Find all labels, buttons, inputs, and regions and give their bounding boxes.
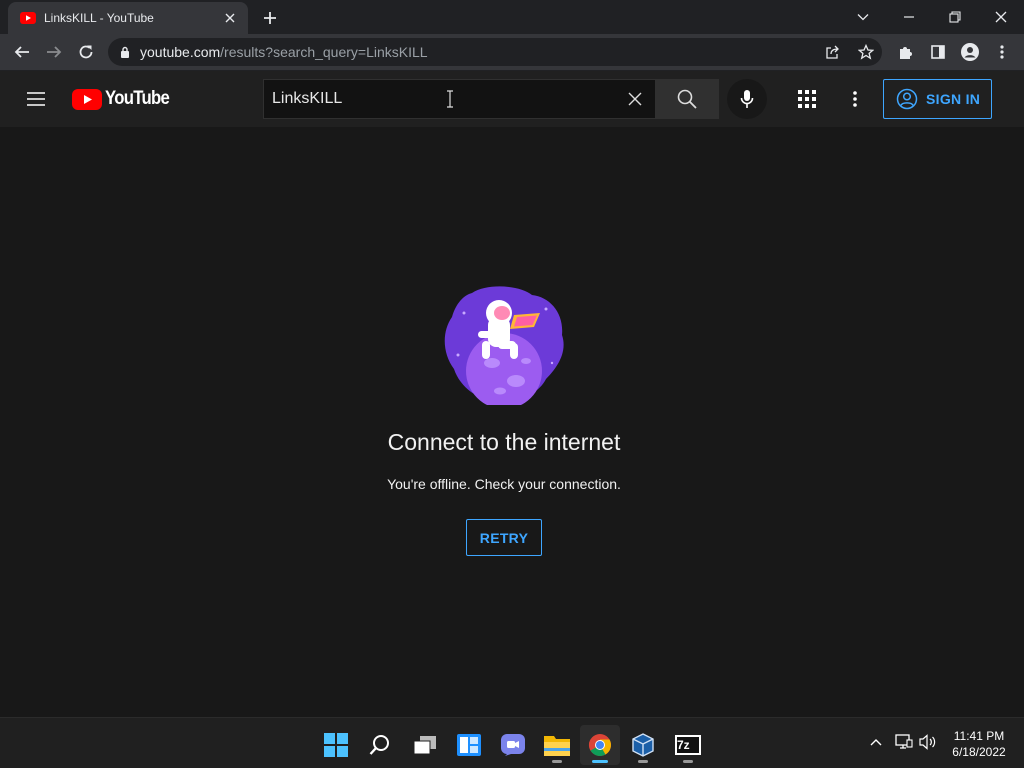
extensions-puzzle-icon[interactable]	[892, 38, 920, 66]
tab-search-chevron-icon[interactable]	[840, 0, 886, 34]
profile-avatar-icon[interactable]	[956, 38, 984, 66]
file-explorer-icon	[544, 736, 570, 756]
offline-page: Connect to the internet You're offline. …	[0, 127, 1024, 717]
search-icon	[677, 89, 697, 109]
forward-button[interactable]	[40, 38, 68, 66]
show-hidden-icons-chevron-icon[interactable]	[866, 732, 886, 752]
start-button[interactable]	[316, 725, 356, 765]
task-view-icon	[413, 736, 436, 755]
youtube-logo-text: YouTube	[105, 88, 170, 109]
lock-icon[interactable]	[120, 46, 130, 58]
network-icon[interactable]	[894, 732, 914, 752]
7zip-button[interactable]: 7z	[668, 725, 708, 765]
browser-tab[interactable]: LinksKILL - YouTube	[8, 2, 248, 34]
running-indicator	[683, 760, 693, 763]
browser-toolbar: youtube.com/results?search_query=LinksKI…	[0, 34, 1024, 71]
volume-icon[interactable]	[918, 732, 938, 752]
new-tab-button[interactable]	[260, 8, 280, 28]
tab-title: LinksKILL - YouTube	[44, 11, 154, 25]
voice-search-button[interactable]	[727, 79, 767, 119]
settings-more-icon[interactable]	[843, 87, 867, 111]
bookmark-star-icon[interactable]	[858, 44, 874, 60]
side-panel-icon[interactable]	[924, 38, 952, 66]
offline-astronaut-illustration	[444, 286, 564, 405]
text-cursor-icon	[447, 90, 453, 108]
file-explorer-button[interactable]	[537, 725, 577, 765]
share-icon[interactable]	[825, 44, 841, 60]
hamburger-menu-icon[interactable]	[22, 87, 50, 111]
restore-button[interactable]	[932, 0, 978, 34]
7zip-label: 7z	[677, 738, 690, 752]
taskbar-search-button[interactable]	[360, 725, 400, 765]
widgets-button[interactable]	[449, 725, 489, 765]
tab-close-icon[interactable]	[222, 10, 238, 26]
reload-button[interactable]	[72, 38, 100, 66]
back-button[interactable]	[8, 38, 36, 66]
youtube-logo[interactable]: YouTube	[72, 88, 178, 110]
clock-time: 11:41 PM	[953, 729, 1005, 743]
virtualbox-button[interactable]	[623, 725, 663, 765]
chrome-button[interactable]	[580, 725, 620, 765]
address-bar[interactable]: youtube.com/results?search_query=LinksKI…	[108, 38, 882, 66]
url-path: /results?search_query=LinksKILL	[220, 44, 428, 60]
search-input[interactable]: LinksKILL	[263, 79, 655, 119]
system-clock[interactable]: 11:41 PM 6/18/2022	[944, 728, 1014, 760]
sign-in-button[interactable]: SIGN IN	[883, 79, 992, 119]
search-icon	[369, 735, 389, 755]
chat-button[interactable]	[493, 725, 533, 765]
offline-subtitle: You're offline. Check your connection.	[387, 476, 621, 492]
running-indicator	[638, 760, 648, 763]
youtube-apps-grid-icon[interactable]	[795, 87, 819, 111]
minimize-button[interactable]	[886, 0, 932, 34]
sign-in-label: SIGN IN	[926, 91, 981, 107]
chat-icon	[501, 734, 525, 756]
account-circle-icon	[896, 88, 918, 110]
running-indicator	[552, 760, 562, 763]
task-view-button[interactable]	[405, 725, 445, 765]
active-indicator	[592, 760, 608, 763]
retry-button[interactable]: RETRY	[466, 519, 542, 556]
chrome-icon	[589, 734, 611, 756]
url-host: youtube.com	[140, 44, 221, 60]
clock-date: 6/18/2022	[952, 745, 1006, 759]
youtube-favicon-icon	[20, 12, 36, 24]
youtube-play-icon	[72, 88, 102, 110]
clear-search-icon[interactable]	[623, 87, 647, 111]
url-text: youtube.com/results?search_query=LinksKI…	[140, 44, 428, 60]
search-button[interactable]	[655, 79, 719, 119]
search-input-value[interactable]: LinksKILL	[272, 90, 342, 108]
close-window-button[interactable]	[978, 0, 1024, 34]
windows-taskbar: 7z 11:41 PM 6/18/2022	[0, 717, 1024, 768]
browser-tab-strip: LinksKILL - YouTube	[0, 0, 1024, 34]
start-icon	[324, 733, 348, 757]
browser-menu-icon[interactable]	[988, 38, 1016, 66]
youtube-masthead: YouTube LinksKILL SIGN IN	[0, 71, 1024, 127]
offline-title: Connect to the internet	[387, 429, 621, 455]
widgets-icon	[457, 734, 481, 756]
microphone-icon	[740, 90, 754, 108]
virtualbox-icon	[632, 733, 654, 757]
